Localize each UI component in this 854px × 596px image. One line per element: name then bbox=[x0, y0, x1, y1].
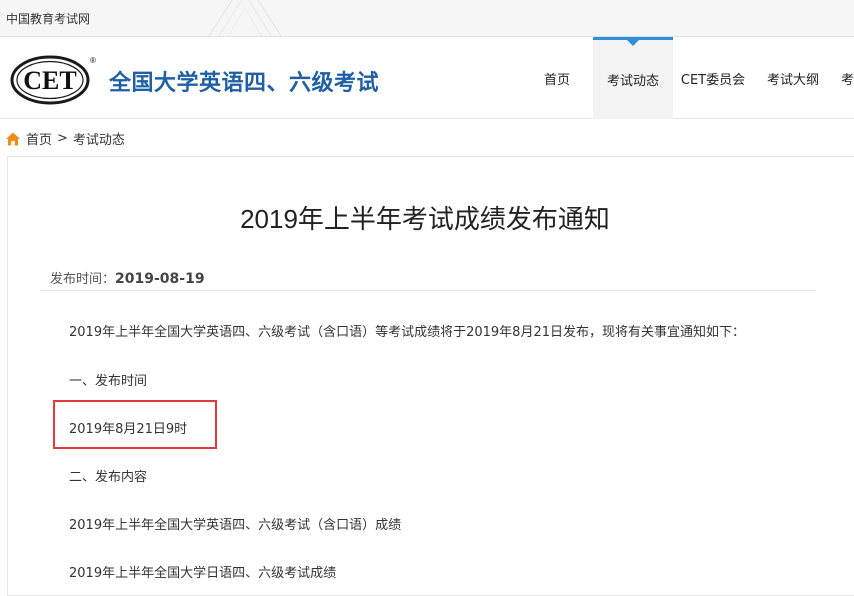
nav-item-exam-news[interactable]: 考试动态 bbox=[593, 37, 673, 119]
breadcrumb-home-link[interactable]: 首页 bbox=[26, 129, 52, 148]
nav-item-syllabus[interactable]: 考试大纲 bbox=[753, 37, 833, 119]
publish-label: 发布时间： bbox=[50, 272, 116, 287]
site-header: CET ® 全国大学英语四、六级考试 首页 考试动态 CET委员会 考试大纲 考 bbox=[0, 37, 854, 119]
decorative-lines-graphic bbox=[208, 0, 282, 36]
nav-item-cet-committee[interactable]: CET委员会 bbox=[673, 37, 753, 119]
section-heading-release-time: 一、发布时间 bbox=[69, 374, 148, 389]
nav-item-label: 首页 bbox=[543, 72, 570, 88]
site-name-link[interactable]: 中国教育考试网 bbox=[6, 10, 90, 27]
divider bbox=[40, 290, 816, 291]
article-title: 2019年上半年考试成绩发布通知 bbox=[240, 204, 610, 234]
nav-item-label: CET委员会 bbox=[680, 72, 746, 88]
breadcrumb-current-link[interactable]: 考试动态 bbox=[73, 129, 125, 148]
breadcrumb-separator: > bbox=[57, 131, 68, 146]
active-caret-icon bbox=[627, 40, 639, 46]
paragraph-intro: 2019年上半年全国大学英语四、六级考试（含口语）等考试成绩将于2019年8月2… bbox=[69, 325, 745, 340]
top-bar: 中国教育考试网 bbox=[0, 0, 854, 37]
section-heading-release-content: 二、发布内容 bbox=[69, 470, 148, 485]
article-panel: 2019年上半年考试成绩发布通知 发布时间：2019-08-19 2019年上半… bbox=[7, 156, 854, 596]
cet-logo[interactable]: CET ® bbox=[10, 53, 96, 105]
home-icon bbox=[6, 132, 20, 145]
registered-mark: ® bbox=[90, 56, 96, 65]
breadcrumb: 首页 > 考试动态 bbox=[5, 129, 125, 148]
content-item-japanese: 2019年上半年全国大学日语四、六级考试成绩 bbox=[69, 566, 337, 581]
site-title[interactable]: 全国大学英语四、六级考试 bbox=[109, 65, 379, 97]
publish-date: 2019-08-19 bbox=[115, 271, 205, 287]
nav-item-more[interactable]: 考 bbox=[833, 37, 854, 119]
nav-item-label: 考试动态 bbox=[606, 74, 659, 89]
main-nav: 首页 考试动态 CET委员会 考试大纲 考 bbox=[521, 37, 854, 119]
logo-text: CET bbox=[23, 66, 76, 95]
nav-item-label: 考 bbox=[840, 72, 854, 88]
publish-meta: 发布时间：2019-08-19 bbox=[50, 268, 205, 287]
nav-item-label: 考试大纲 bbox=[766, 72, 819, 88]
highlight-annotation-box bbox=[53, 400, 217, 449]
content-item-english: 2019年上半年全国大学英语四、六级考试（含口语）成绩 bbox=[69, 518, 402, 533]
nav-item-home[interactable]: 首页 bbox=[521, 37, 593, 119]
